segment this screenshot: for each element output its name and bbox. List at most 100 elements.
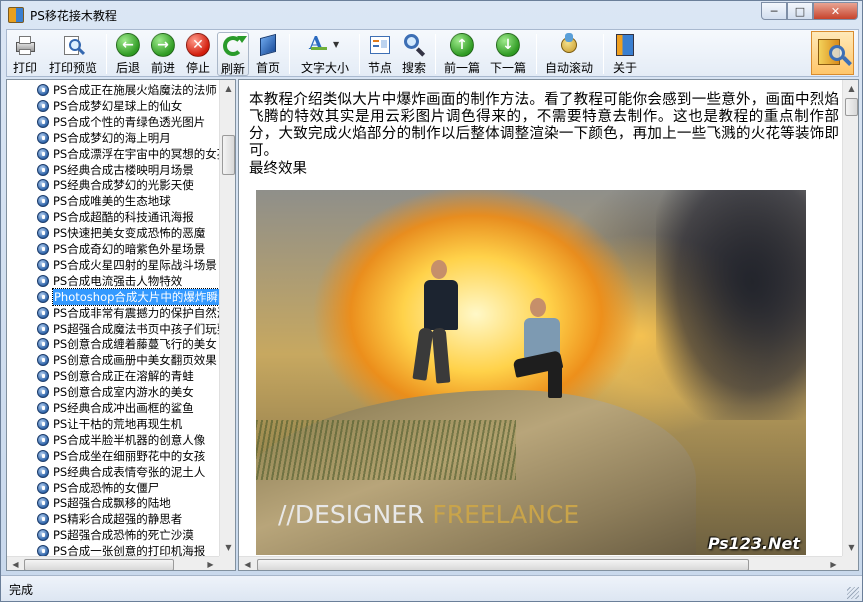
tree-item[interactable]: PS经典合成古楼映明月场景 [7, 162, 219, 178]
tree-item-label: PS超强合成飘移的陆地 [53, 496, 171, 511]
maximize-button[interactable]: □ [787, 2, 813, 20]
font-size-button[interactable]: A ▼ 文字大小 [297, 32, 353, 76]
tree-item-label: PS合成漂浮在宇宙中的冥想的女孩 [53, 146, 219, 161]
final-effect-label: 最终效果 [249, 161, 307, 177]
article-icon [37, 513, 49, 526]
tree-item[interactable]: PS合成电流强击人物特效 [7, 273, 219, 289]
tree-item[interactable]: PS让干枯的荒地再现生机 [7, 416, 219, 432]
tree-item[interactable]: PS创意合成正在溶解的青蛙 [7, 368, 219, 384]
article-icon [37, 147, 49, 160]
tree-item[interactable]: PS创意合成缠着藤蔓飞行的美女 [7, 336, 219, 352]
article-intro: 本教程介绍类似大片中爆炸画面的制作方法。看了教程可能你会感到一些意外，画面中烈焰… [249, 92, 839, 159]
tree-item-label: PS经典合成冲出画框的鲨鱼 [53, 401, 194, 415]
article-icon [37, 163, 49, 176]
tree-item[interactable]: PS精彩合成超强的静思者 [7, 511, 219, 527]
article-view: 本教程介绍类似大片中爆炸画面的制作方法。看了教程可能你会感到一些意外，画面中烈焰… [238, 79, 859, 571]
article-icon [37, 195, 49, 208]
article-icon [37, 99, 49, 112]
tree-item[interactable]: PS合成一张创意的打印机海报 [7, 543, 219, 556]
status-text: 完成 [9, 583, 34, 597]
resize-grip-icon[interactable] [847, 587, 859, 599]
close-button[interactable]: ✕ [813, 2, 858, 20]
tree-item[interactable]: PS合成梦幻的海上明月 [7, 130, 219, 146]
tree-item-label: PS合成半脸半机器的创意人像 [53, 432, 206, 447]
tree-item[interactable]: PS合成漂浮在宇宙中的冥想的女孩 [7, 146, 219, 162]
tree-item[interactable]: PS经典合成冲出画框的鲨鱼 [7, 400, 219, 416]
tree-item-label: PS合成恐怖的女僵尸 [53, 480, 160, 495]
nodes-button[interactable]: 节点 [365, 32, 395, 76]
scroll-down-icon[interactable]: ▼ [843, 539, 858, 556]
stop-button[interactable]: ✕ 停止 [183, 32, 213, 76]
tree-item-label: PS合成个性的青绿色透光图片 [53, 114, 206, 129]
scroll-down-icon[interactable]: ▼ [220, 539, 235, 556]
scroll-up-icon[interactable]: ▲ [220, 80, 235, 97]
minimize-button[interactable]: ─ [761, 2, 787, 20]
tree-item[interactable]: PS合成唯美的生态地球 [7, 193, 219, 209]
tree-item[interactable]: PS合成超酷的科技通讯海报 [7, 209, 219, 225]
refresh-button[interactable]: 刷新 [217, 32, 249, 76]
tree-item[interactable]: PS创意合成画册中美女翻页效果 [7, 352, 219, 368]
tree-item[interactable]: PS合成恐怖的女僵尸 [7, 480, 219, 496]
tree-item-label: PS精彩合成超强的静思者 [53, 512, 183, 527]
scroll-up-icon[interactable]: ▲ [843, 80, 858, 97]
scroll-right-icon[interactable]: ▶ [825, 556, 842, 570]
tree-item[interactable]: PS合成奇幻的暗紫色外星场景 [7, 241, 219, 257]
font-size-icon: A ▼ [309, 33, 340, 54]
tree-item-label: PS合成唯美的生态地球 [53, 194, 171, 209]
print-preview-button[interactable]: 打印预览 [45, 32, 101, 76]
tree-item[interactable]: PS经典合成梦幻的光影天使 [7, 177, 219, 193]
tree-item[interactable]: PS合成正在施展火焰魔法的法师 [7, 82, 219, 98]
autoscroll-button[interactable]: 自动滚动 [543, 32, 595, 76]
tree-item[interactable]: PS快速把美女变成恐怖的恶魔 [7, 225, 219, 241]
article-icon [37, 131, 49, 144]
back-button[interactable]: ← 后退 [113, 32, 143, 76]
tree-item[interactable]: PS合成坐在细丽野花中的女孩 [7, 448, 219, 464]
tree-item-label: PS经典合成梦幻的光影天使 [53, 178, 194, 193]
tree-item[interactable]: PS经典合成表情夸张的泥土人 [7, 464, 219, 480]
tree-item-label: PS创意合成室内游水的美女 [53, 385, 194, 400]
tree-item[interactable]: PS超强合成魔法书页中孩子们玩耍 [7, 321, 219, 337]
scroll-thumb[interactable] [257, 559, 749, 570]
tree-item[interactable]: PS超强合成飘移的陆地 [7, 495, 219, 511]
tree-item[interactable]: PS创意合成室内游水的美女 [7, 384, 219, 400]
search-button[interactable]: 搜索 [399, 32, 429, 76]
next-article-button[interactable]: ↓ 下一篇 [489, 32, 527, 76]
tree-horizontal-scrollbar[interactable]: ◀ ▶ [7, 556, 219, 570]
scroll-thumb[interactable] [845, 98, 858, 116]
article-icon [37, 545, 49, 556]
article-icon [37, 179, 49, 192]
print-button[interactable]: 打印 [10, 32, 40, 76]
tree-item[interactable]: PS合成半脸半机器的创意人像 [7, 432, 219, 448]
scroll-thumb[interactable] [24, 559, 174, 570]
tree-vertical-scrollbar[interactable]: ▲ ▼ [219, 80, 235, 556]
article-vertical-scrollbar[interactable]: ▲ ▼ [842, 80, 858, 556]
prev-article-button[interactable]: ↑ 前一篇 [443, 32, 481, 76]
tree-item-label: PS合成火星四射的星际战斗场景 [53, 257, 217, 272]
help-book-icon[interactable] [811, 31, 854, 75]
tree-item[interactable]: PS超强合成恐怖的死亡沙漠 [7, 527, 219, 543]
tree-item[interactable]: PS合成非常有震撼力的保护自然海报 [7, 305, 219, 321]
article-icon [37, 402, 49, 414]
forward-button[interactable]: → 前进 [148, 32, 178, 76]
tree-item-label: PS合成超酷的科技通讯海报 [53, 210, 194, 225]
scroll-thumb[interactable] [222, 135, 235, 175]
article-icon [37, 290, 49, 303]
title-bar[interactable]: PS移花接木教程 ─ □ ✕ [1, 1, 862, 29]
tree-item-label: PS创意合成画册中美女翻页效果 [53, 353, 217, 368]
tree-item[interactable]: PS合成梦幻星球上的仙女 [7, 98, 219, 114]
tree-item[interactable]: PS合成个性的青绿色透光图片 [7, 114, 219, 130]
tree-item[interactable]: Photoshop合成大片中的爆炸瞬间 [7, 287, 219, 306]
article-icon [37, 322, 49, 335]
toolbar: 打印 打印预览 ← 后退 → 前进 ✕ 停止 刷新 首页 A ▼ 文字大小 节点… [6, 29, 859, 77]
home-icon [256, 33, 280, 57]
about-button[interactable]: 关于 [610, 32, 640, 76]
article-horizontal-scrollbar[interactable]: ◀ ▶ [239, 556, 842, 570]
app-window: PS移花接木教程 ─ □ ✕ 打印 打印预览 ← 后退 → 前进 ✕ 停止 刷新… [0, 0, 863, 602]
scroll-left-icon[interactable]: ◀ [7, 556, 24, 570]
home-button[interactable]: 首页 [253, 32, 283, 76]
tree-item[interactable]: PS合成火星四射的星际战斗场景 [7, 257, 219, 273]
article-icon [37, 417, 49, 430]
scroll-right-icon[interactable]: ▶ [202, 556, 219, 570]
print-preview-icon [61, 33, 86, 57]
scroll-left-icon[interactable]: ◀ [239, 556, 256, 570]
